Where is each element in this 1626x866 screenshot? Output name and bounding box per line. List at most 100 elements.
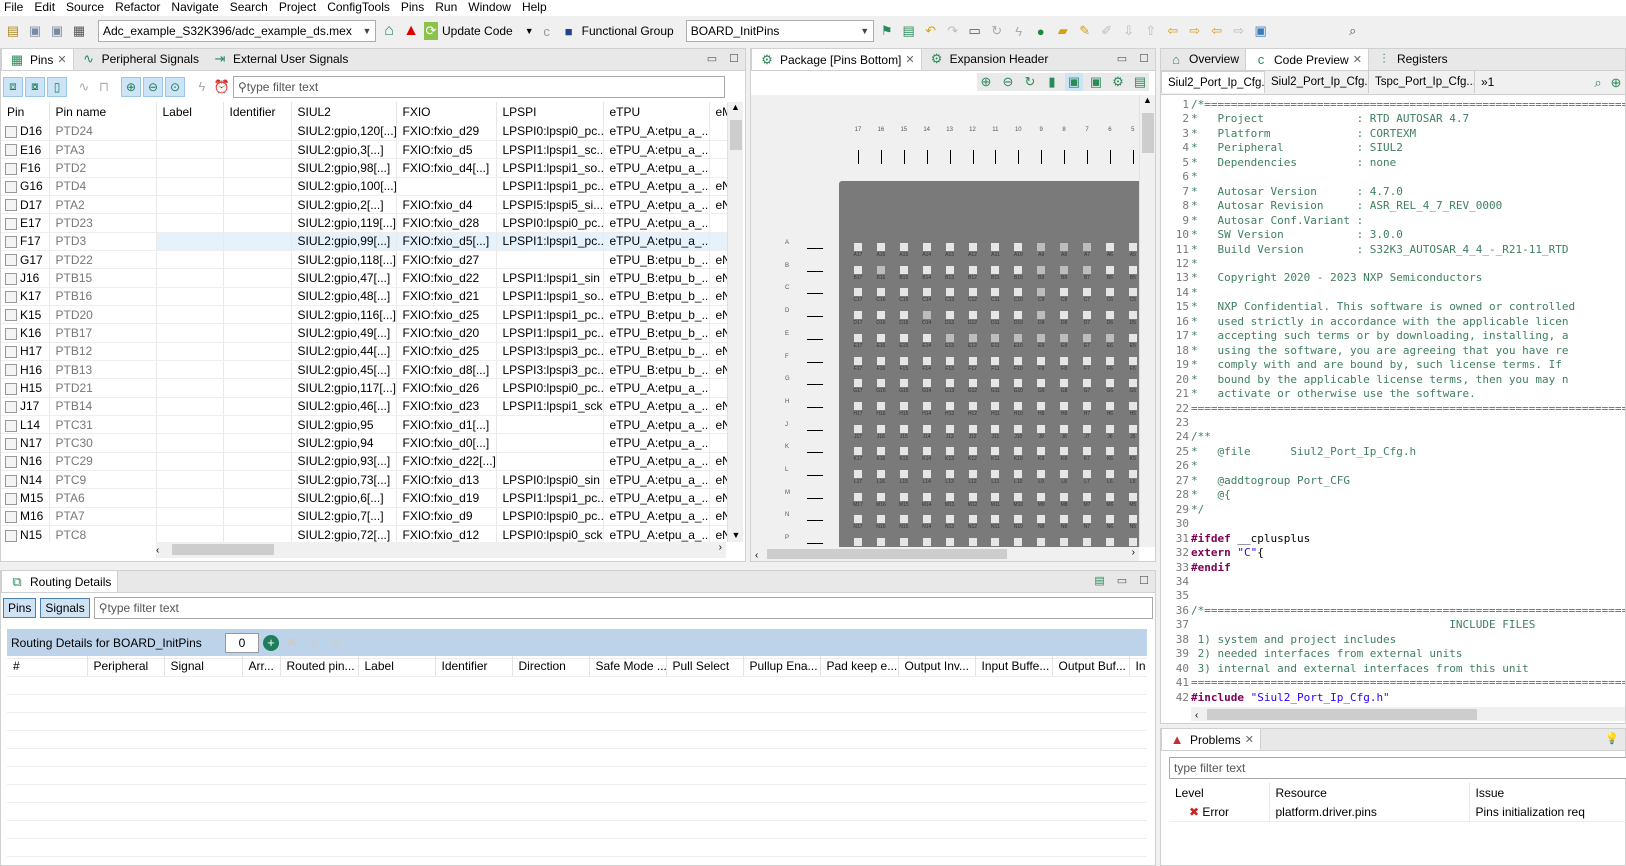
table-row[interactable]: M15 PTA6 SIUL2:gpio,6[...] FXIO:fxio_d19 LPS… [1, 488, 727, 508]
pin-checkbox[interactable] [5, 199, 17, 212]
menu-configtools[interactable]: ConfigTools [323, 0, 397, 16]
tab-problems[interactable]: ▲ Problems ✕ [1161, 728, 1261, 750]
table-row[interactable]: G17 PTD22 SIUL2:gpio,118[...] FXIO:fxio_d27… [1, 250, 727, 270]
pin-pad[interactable] [1060, 538, 1069, 547]
table-row[interactable]: J17 PTB14 SIUL2:gpio,46[...] FXIO:fxio_d23 L… [1, 397, 727, 417]
pin-pad[interactable] [1083, 470, 1091, 478]
table-row[interactable]: N14 PTC9 SIUL2:gpio,73[...] FXIO:fxio_d13 LP… [1, 470, 727, 490]
save-all-icon[interactable]: ▣ [48, 22, 66, 40]
flag-icon[interactable]: ⚑ [878, 22, 896, 40]
pin-pad[interactable] [968, 470, 977, 478]
binary-icon[interactable]: ▦ [70, 22, 88, 40]
pin-pad[interactable] [1060, 401, 1069, 410]
pin-checkbox[interactable] [5, 511, 17, 524]
pin-pad[interactable] [922, 492, 931, 501]
back-icon[interactable]: ⇦ [1208, 22, 1226, 40]
pin-checkbox[interactable] [5, 492, 17, 505]
update-dropdown-icon[interactable]: ▼ [525, 26, 534, 36]
pin-checkbox[interactable] [5, 162, 17, 175]
pin-pad[interactable] [1105, 538, 1114, 547]
pin-pad[interactable] [1037, 401, 1046, 410]
table-row[interactable]: K15 PTD20 SIUL2:gpio,116[...] FXIO:fxio_d25… [1, 305, 727, 325]
table-row[interactable]: H16 PTB13 SIUL2:gpio,45[...] FXIO:fxio_d8[.… [1, 360, 727, 380]
menu-source[interactable]: Source [62, 0, 111, 16]
pin-pad[interactable] [854, 379, 862, 388]
pin-pad[interactable] [1105, 447, 1114, 456]
pin-pad[interactable] [876, 356, 885, 365]
pin-pad[interactable] [1128, 447, 1137, 456]
pin-pad[interactable] [1014, 288, 1023, 297]
tab-peripheral-signals[interactable]: ∿ Peripheral Signals [74, 48, 205, 70]
tab-expansion-header[interactable]: ⚙ Expansion Header [922, 48, 1055, 70]
pin-pad[interactable] [922, 424, 931, 433]
pin-pad[interactable] [1128, 265, 1137, 274]
pin-pad[interactable] [1083, 515, 1091, 524]
table-row[interactable]: N17 PTC30 SIUL2:gpio,94 FXIO:fxio_d0[...] eT… [1, 433, 727, 453]
move-up-icon[interactable]: ∧ [305, 634, 323, 652]
table-row[interactable]: F17 PTD3 SIUL2:gpio,99[...] FXIO:fxio_d5[..… [1, 232, 727, 251]
table-row[interactable]: E17 PTD23 SIUL2:gpio,119[...] FXIO:fxio_d28… [1, 213, 727, 233]
monitor-icon[interactable]: ▭ [966, 22, 984, 40]
pin-pad[interactable] [991, 333, 1000, 342]
top-view-icon[interactable]: ▣ [1065, 73, 1083, 91]
pin-pad[interactable] [968, 492, 977, 501]
pin-pad[interactable] [991, 311, 1000, 320]
pin-pad[interactable] [1060, 424, 1069, 433]
column-header[interactable]: Output Buf... [1052, 656, 1130, 676]
pin-pad[interactable] [1105, 492, 1114, 501]
pin-pad[interactable] [945, 265, 954, 274]
pin-pad[interactable] [991, 470, 1000, 478]
pin-pad[interactable] [991, 401, 1000, 410]
menu-run[interactable]: Run [431, 0, 464, 16]
tab-external-user-signals[interactable]: ⇥ External User Signals [205, 48, 354, 70]
new-icon[interactable]: ▤ [4, 22, 22, 40]
pin-pad[interactable] [922, 538, 931, 547]
column-header[interactable]: Issue [1469, 783, 1626, 803]
pin-pad[interactable] [1083, 311, 1091, 320]
pin-pad[interactable] [854, 333, 862, 342]
tab-package[interactable]: ⚙ Package [Pins Bottom] ✕ [751, 48, 922, 70]
column-header[interactable]: eTPU [603, 102, 710, 122]
package-vertical-scrollbar[interactable]: ▲ [1139, 95, 1155, 547]
settings-icon[interactable]: ⚙ [1109, 73, 1127, 91]
pin-pad[interactable] [1128, 356, 1137, 365]
table-row[interactable]: D17 PTA2 SIUL2:gpio,2[...] FXIO:fxio_d4 LPSP… [1, 195, 727, 215]
column-header[interactable]: # [7, 656, 88, 676]
pin-pad[interactable] [899, 243, 908, 251]
pin-pad[interactable] [1083, 424, 1091, 433]
zoom-in-icon[interactable]: ⊕ [1607, 74, 1625, 92]
pin-pad[interactable] [1083, 379, 1091, 388]
pin-pad[interactable] [899, 311, 908, 320]
column-header[interactable]: Pad keep e... [820, 656, 899, 676]
back-edit-icon[interactable]: ⇦ [1164, 22, 1182, 40]
pin-pad[interactable] [922, 333, 931, 342]
run-icon[interactable]: ● [1032, 22, 1050, 40]
pin-pad[interactable] [945, 515, 954, 524]
pin-pad[interactable] [922, 265, 931, 274]
pin-pad[interactable] [1014, 424, 1023, 433]
pin-pad[interactable] [1105, 379, 1114, 388]
menu-refactor[interactable]: Refactor [111, 0, 167, 16]
pin-pad[interactable] [945, 311, 954, 320]
pin-pad[interactable] [854, 356, 862, 365]
pin-pad[interactable] [1037, 356, 1046, 365]
pin-pad[interactable] [1037, 470, 1046, 478]
pulse-icon[interactable]: ⊓ [95, 78, 113, 96]
pin-pad[interactable] [854, 243, 862, 251]
pin-pad[interactable] [968, 515, 977, 524]
next-annotation-icon[interactable]: ⇩ [1120, 22, 1138, 40]
pin-pad[interactable] [991, 356, 1000, 365]
column-header[interactable]: Pin name [49, 102, 157, 122]
pin-pad[interactable] [968, 243, 977, 251]
pin-pad[interactable] [876, 243, 885, 251]
pin-pad[interactable] [991, 265, 1000, 274]
pin-pad[interactable] [899, 401, 908, 410]
undo-icon[interactable]: ↶ [922, 22, 940, 40]
table-row[interactable]: F16 PTD2 SIUL2:gpio,98[...] FXIO:fxio_d4[..… [1, 158, 727, 178]
pin-checkbox[interactable] [5, 144, 17, 157]
prev-annotation-icon[interactable]: ⇧ [1142, 22, 1160, 40]
pins-filter-input[interactable]: ⚲ type filter text [233, 75, 725, 98]
column-header[interactable]: Routed pin... [280, 656, 359, 676]
pin-pad[interactable] [854, 424, 862, 433]
pin-pad[interactable] [854, 515, 862, 524]
